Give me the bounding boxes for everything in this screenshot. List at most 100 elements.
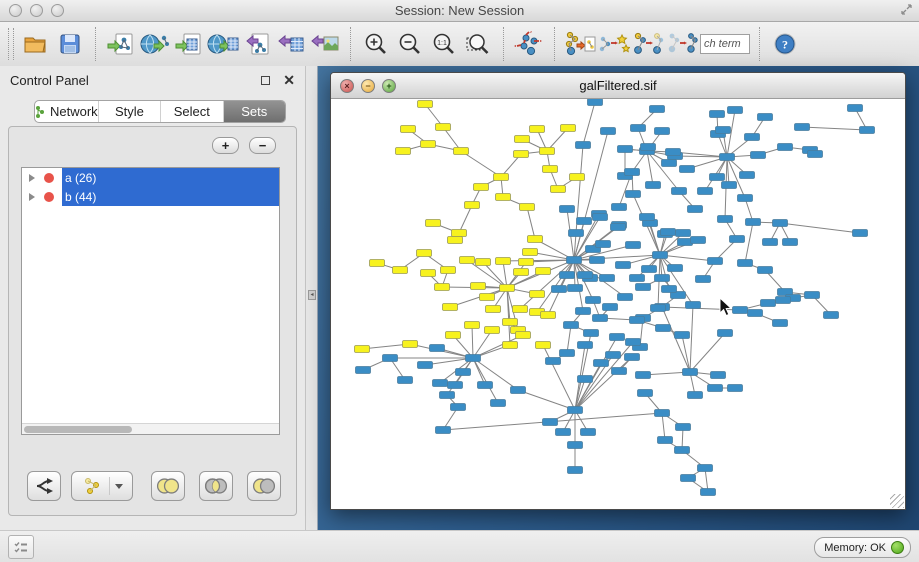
zoom-actual-button[interactable]: 1:1 bbox=[428, 27, 460, 61]
open-folder-icon bbox=[23, 33, 49, 55]
main-toolbar: 1:1 ? bbox=[0, 22, 919, 66]
import-table-url-icon bbox=[207, 32, 239, 56]
remove-set-button[interactable]: − bbox=[249, 137, 276, 154]
import-network-file-button[interactable] bbox=[105, 27, 137, 61]
mouse-cursor bbox=[719, 297, 733, 317]
svg-text:1:1: 1:1 bbox=[437, 40, 447, 47]
network-from-selection-button[interactable] bbox=[564, 27, 596, 61]
close-panel-icon[interactable]: ✕ bbox=[283, 73, 295, 87]
save-session-button[interactable] bbox=[54, 27, 86, 61]
tab-sets[interactable]: Sets bbox=[224, 101, 285, 122]
sets-list[interactable]: a (26)b (44) bbox=[21, 167, 280, 435]
toolbar-separator bbox=[554, 27, 555, 61]
zoom-in-button[interactable] bbox=[360, 27, 392, 61]
import-table-file-button[interactable] bbox=[173, 27, 205, 61]
network-canvas-svg bbox=[331, 99, 905, 509]
network-window-titlebar[interactable]: × − + galFiltered.sif bbox=[331, 73, 905, 99]
export-table-button[interactable] bbox=[275, 27, 307, 61]
zoom-selected-button[interactable] bbox=[462, 27, 494, 61]
zoom-out-button[interactable] bbox=[394, 27, 426, 61]
save-icon bbox=[59, 33, 81, 55]
svg-text:?: ? bbox=[782, 38, 788, 52]
panel-splitter[interactable]: ◂ bbox=[306, 66, 318, 530]
add-set-button[interactable]: + bbox=[212, 137, 239, 154]
network-from-selection-icon bbox=[564, 31, 596, 57]
venn-difference-icon bbox=[251, 477, 277, 495]
set-list-item[interactable]: b (44) bbox=[22, 187, 279, 206]
toolbar-drag-handle[interactable] bbox=[8, 28, 14, 60]
tab-network-label: Network bbox=[50, 104, 98, 119]
first-neighbors-button[interactable] bbox=[598, 27, 630, 61]
split-sets-button[interactable] bbox=[27, 471, 61, 501]
set-label[interactable]: b (44) bbox=[62, 187, 279, 206]
panel-collapse-handle[interactable]: ◂ bbox=[308, 290, 316, 300]
window-resize-icon[interactable] bbox=[900, 3, 913, 21]
export-network-button[interactable] bbox=[241, 27, 273, 61]
toolbar-separator bbox=[350, 27, 351, 61]
zoom-selected-icon bbox=[465, 32, 491, 56]
set-label[interactable]: a (26) bbox=[62, 168, 279, 187]
task-history-button[interactable] bbox=[8, 535, 34, 559]
import-table-url-button[interactable] bbox=[207, 27, 239, 61]
row-gutter bbox=[22, 192, 62, 202]
import-network-file-icon bbox=[107, 32, 135, 56]
import-network-url-icon bbox=[140, 32, 170, 56]
set-color-icon bbox=[44, 192, 54, 202]
first-neighbors-icon bbox=[598, 31, 630, 57]
memory-status-label: Memory: OK bbox=[824, 542, 886, 554]
network-window-title: galFiltered.sif bbox=[331, 78, 905, 93]
zoom-in-icon bbox=[364, 32, 388, 56]
tab-sets-label: Sets bbox=[241, 104, 267, 119]
import-network-url-button[interactable] bbox=[139, 27, 171, 61]
button-divider bbox=[109, 477, 110, 495]
row-gutter bbox=[22, 173, 62, 183]
expand-triangle-icon[interactable] bbox=[29, 174, 35, 182]
export-table-icon bbox=[278, 32, 304, 56]
scrollbar-thumb[interactable] bbox=[24, 426, 132, 433]
network-canvas[interactable] bbox=[331, 99, 905, 509]
hide-selected-button[interactable] bbox=[666, 27, 698, 61]
set-list-item[interactable]: a (26) bbox=[22, 168, 279, 187]
memory-status-button[interactable]: Memory: OK bbox=[814, 537, 911, 558]
window-title: Session: New Session bbox=[0, 3, 919, 18]
memory-ok-indicator bbox=[891, 541, 904, 554]
tab-select[interactable]: Select bbox=[161, 101, 223, 122]
toolbar-separator bbox=[759, 27, 760, 61]
tab-style[interactable]: Style bbox=[99, 101, 161, 122]
show-selected-icon bbox=[632, 31, 664, 57]
float-panel-icon[interactable] bbox=[261, 76, 270, 85]
main-titlebar: Session: New Session bbox=[0, 0, 919, 22]
set-color-icon bbox=[44, 173, 54, 183]
yellow-network-icon bbox=[82, 477, 104, 495]
export-network-icon bbox=[244, 32, 270, 56]
network-tab-icon bbox=[35, 105, 45, 119]
tab-network[interactable]: Network bbox=[35, 101, 99, 122]
show-selected-button[interactable] bbox=[632, 27, 664, 61]
hide-selected-icon bbox=[666, 31, 698, 57]
intersect-sets-button[interactable] bbox=[199, 471, 233, 501]
zoom-actual-icon: 1:1 bbox=[432, 32, 456, 56]
control-panel-tabs: Network Style Select Sets bbox=[34, 100, 286, 123]
help-button[interactable]: ? bbox=[769, 27, 801, 61]
create-set-menu-button[interactable] bbox=[71, 471, 133, 501]
union-sets-button[interactable] bbox=[151, 471, 185, 501]
apply-layout-icon bbox=[514, 31, 544, 57]
horizontal-scrollbar[interactable] bbox=[22, 423, 279, 434]
toolbar-separator bbox=[503, 27, 504, 61]
search-input[interactable] bbox=[700, 34, 750, 54]
import-table-file-icon bbox=[175, 32, 203, 56]
window-resize-grip[interactable] bbox=[890, 494, 904, 508]
split-arrows-icon bbox=[34, 477, 54, 495]
tab-style-label: Style bbox=[115, 104, 144, 119]
task-list-icon bbox=[14, 541, 28, 553]
difference-sets-button[interactable] bbox=[247, 471, 281, 501]
help-icon: ? bbox=[773, 32, 797, 56]
export-image-button[interactable] bbox=[309, 27, 341, 61]
expand-triangle-icon[interactable] bbox=[29, 193, 35, 201]
open-session-button[interactable] bbox=[20, 27, 52, 61]
apply-layout-button[interactable] bbox=[513, 27, 545, 61]
zoom-out-icon bbox=[398, 32, 422, 56]
network-view-window[interactable]: × − + galFiltered.sif bbox=[330, 72, 906, 510]
venn-union-icon bbox=[155, 477, 181, 495]
status-bar: Memory: OK bbox=[0, 530, 919, 562]
